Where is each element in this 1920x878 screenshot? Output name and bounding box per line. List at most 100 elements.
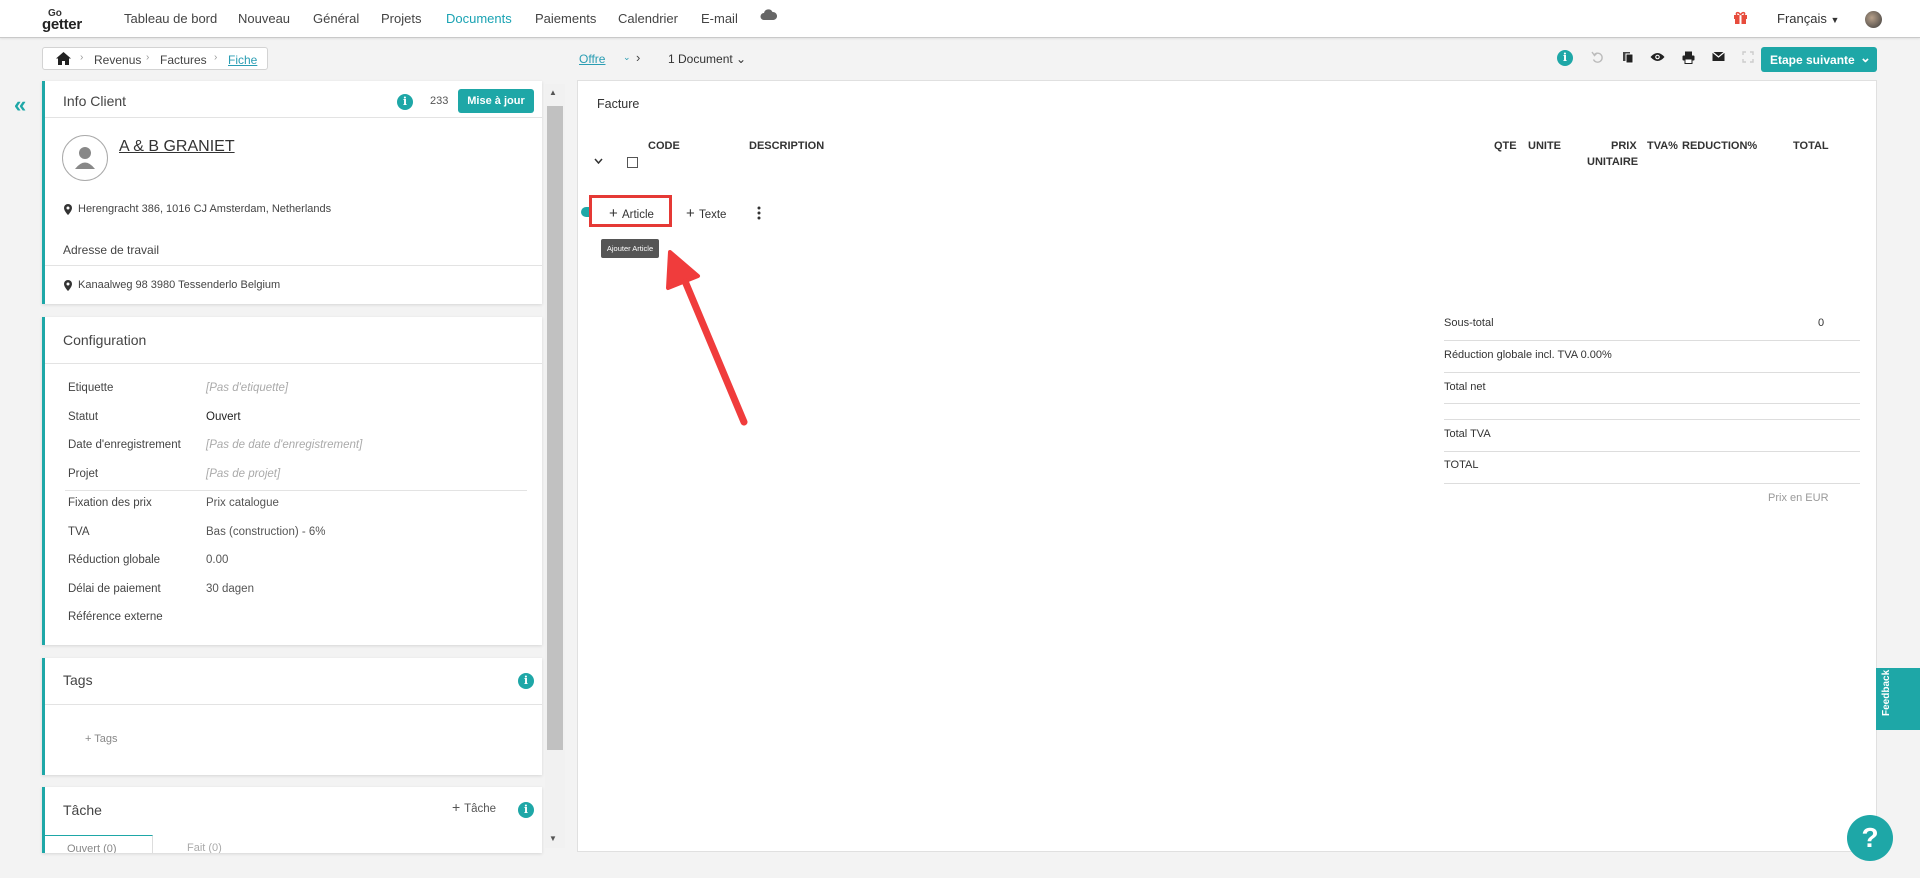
offre-link[interactable]: Offre xyxy=(579,52,605,66)
nav-projects[interactable]: Projets xyxy=(381,11,421,26)
top-navbar: Go getter Tableau de bord Nouveau Généra… xyxy=(0,0,1920,38)
client-name-link[interactable]: A & B GRANIET xyxy=(119,138,235,156)
logo-getter-text: getter xyxy=(42,16,82,33)
configuration-panel: Configuration Etiquette [Pas d'etiquette… xyxy=(42,317,542,645)
currency-note: Prix en EUR xyxy=(1768,492,1829,504)
column-unit: UNITE xyxy=(1528,140,1561,152)
plus-icon: + xyxy=(452,799,465,815)
global-reduction-label: Réduction globale incl. TVA 0.00% xyxy=(1444,349,1612,361)
mail-icon[interactable] xyxy=(1712,51,1725,62)
collapse-sidebar-icon[interactable]: « xyxy=(14,92,26,118)
feedback-tab[interactable]: Feedback xyxy=(1876,668,1920,730)
project-value[interactable]: [Pas de projet] xyxy=(206,468,280,480)
client-address: Herengracht 386, 1016 CJ Amsterdam, Neth… xyxy=(78,203,332,215)
add-tag-button[interactable]: + Tags xyxy=(85,733,118,745)
divider xyxy=(1444,483,1860,484)
info-icon[interactable]: i xyxy=(397,94,413,110)
next-step-button[interactable]: Etape suivante ⌄ xyxy=(1761,47,1877,72)
divider xyxy=(45,265,542,266)
scroll-up-icon[interactable]: ▲ xyxy=(549,88,557,97)
divider xyxy=(45,363,542,364)
registration-date-value[interactable]: [Pas de date d'enregistrement] xyxy=(206,439,362,451)
info-icon[interactable]: i xyxy=(518,673,534,689)
help-button[interactable]: ? xyxy=(1847,815,1893,861)
configuration-title: Configuration xyxy=(63,332,147,348)
invoice-title: Facture xyxy=(597,97,640,111)
global-reduction-value[interactable]: 0.00 xyxy=(206,554,228,566)
divider xyxy=(1444,451,1860,452)
divider xyxy=(1444,419,1860,420)
chevron-right-icon: › xyxy=(146,52,150,63)
vat-value[interactable]: Bas (construction) - 6% xyxy=(206,526,326,538)
divider xyxy=(45,704,542,705)
language-label: Français xyxy=(1777,11,1827,26)
label-value[interactable]: [Pas d'etiquette] xyxy=(206,382,288,394)
gogetter-logo[interactable]: Go getter xyxy=(42,8,102,33)
info-icon[interactable]: i xyxy=(1557,50,1573,66)
payment-term-value[interactable]: 30 dagen xyxy=(206,583,254,595)
scroll-down-icon[interactable]: ▼ xyxy=(549,834,557,843)
add-text-button[interactable]: + Texte xyxy=(686,205,726,222)
update-button[interactable]: Mise à jour xyxy=(458,89,534,113)
chevron-down-icon[interactable] xyxy=(594,158,603,164)
nav-new[interactable]: Nouveau xyxy=(238,11,290,26)
copy-icon[interactable] xyxy=(1622,51,1634,64)
client-count: 233 xyxy=(430,95,449,107)
breadcrumb-factures[interactable]: Factures xyxy=(160,53,207,67)
tasks-panel: Tâche + Tâche i Ouvert (0) Fait (0) xyxy=(42,787,542,853)
divider xyxy=(45,117,542,118)
breadcrumb: › Revenus › Factures › Fiche xyxy=(42,47,268,70)
nav-documents[interactable]: Documents xyxy=(446,11,512,26)
column-unit-price-2: UNITAIRE xyxy=(1587,156,1639,168)
add-text-label: Texte xyxy=(698,209,727,221)
divider xyxy=(65,490,527,491)
tab-open[interactable]: Ouvert (0) xyxy=(45,835,153,853)
tab-done[interactable]: Fait (0) xyxy=(187,842,222,853)
undo-icon[interactable] xyxy=(1591,51,1604,64)
info-icon[interactable] xyxy=(581,207,589,217)
annotation-arrow-icon xyxy=(666,250,748,426)
caret-down-icon: ▼ xyxy=(1830,15,1840,25)
info-icon[interactable]: i xyxy=(518,802,534,818)
highlight-box xyxy=(589,195,672,227)
config-label: TVA xyxy=(68,526,90,538)
more-options-icon[interactable] xyxy=(757,206,761,220)
nav-calendar[interactable]: Calendrier xyxy=(618,11,678,26)
client-info-title: Info Client xyxy=(63,93,127,109)
document-count-dropdown[interactable]: 1 Document ⌄ xyxy=(668,52,746,66)
eye-icon[interactable] xyxy=(1650,51,1665,63)
scrollbar-thumb[interactable] xyxy=(547,106,563,750)
select-all-checkbox[interactable] xyxy=(627,157,638,168)
divider xyxy=(1444,340,1860,341)
document-count-label: 1 Document xyxy=(668,52,733,66)
pricing-value[interactable]: Prix catalogue xyxy=(206,497,279,509)
nav-dashboard[interactable]: Tableau de bord xyxy=(124,11,217,26)
user-avatar[interactable] xyxy=(1865,11,1882,28)
status-value[interactable]: Ouvert xyxy=(206,411,241,423)
nav-payments[interactable]: Paiements xyxy=(535,11,596,26)
tags-title: Tags xyxy=(63,672,93,688)
work-address: Kanaalweg 98 3980 Tessenderlo Belgium xyxy=(78,279,281,291)
breadcrumb-revenus[interactable]: Revenus xyxy=(94,53,141,67)
print-icon[interactable] xyxy=(1682,51,1695,64)
chevron-right-icon: › xyxy=(636,50,641,65)
gift-icon[interactable] xyxy=(1733,10,1748,25)
nav-general[interactable]: Général xyxy=(313,11,359,26)
chevron-right-icon: › xyxy=(214,52,218,63)
cloud-icon[interactable] xyxy=(760,9,777,21)
nav-email[interactable]: E-mail xyxy=(701,11,738,26)
tags-panel: Tags i + Tags xyxy=(42,658,542,775)
divider xyxy=(1444,372,1860,373)
chevron-down-icon[interactable]: ⌄ xyxy=(623,52,631,63)
breadcrumb-fiche[interactable]: Fiche xyxy=(228,53,257,67)
expand-icon[interactable] xyxy=(1742,51,1754,63)
language-selector[interactable]: Français ▼ xyxy=(1777,11,1839,26)
home-icon[interactable] xyxy=(56,52,71,65)
add-task-button[interactable]: + Tâche xyxy=(452,799,496,815)
next-step-label: Etape suivante xyxy=(1770,53,1855,67)
client-avatar xyxy=(62,135,108,181)
vat-total-label: Total TVA xyxy=(1444,428,1491,440)
plus-icon: + xyxy=(85,733,95,745)
tooltip-add-article: Ajouter Article xyxy=(601,239,659,258)
chevron-down-icon: ⌄ xyxy=(1860,50,1871,65)
